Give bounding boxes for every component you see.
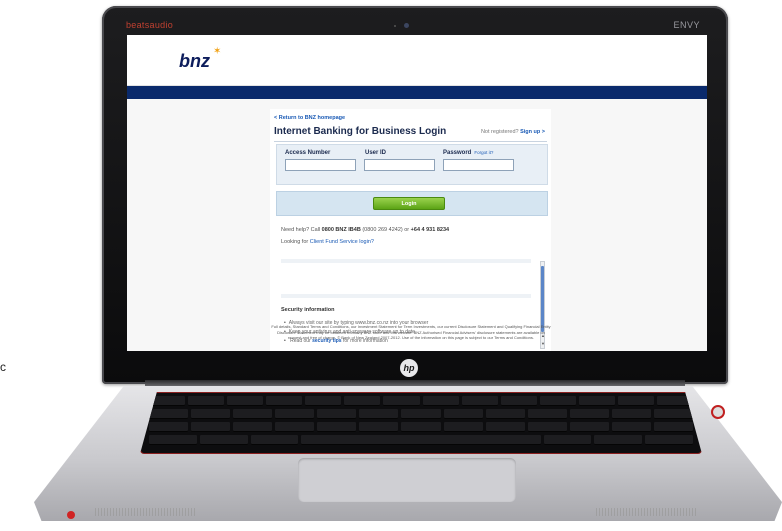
forgot-password-link[interactable]: Forgot it? <box>474 150 493 155</box>
key <box>275 422 315 432</box>
hp-logo-icon: hp <box>400 359 418 377</box>
key <box>227 396 264 406</box>
key <box>305 396 342 406</box>
login-panel: < Return to BNZ homepage Internet Bankin… <box>270 109 551 351</box>
key <box>149 435 197 445</box>
keyboard-row <box>141 406 701 419</box>
navigation-bar <box>127 86 707 99</box>
key <box>485 422 525 432</box>
keyboard-row <box>141 432 701 445</box>
key <box>275 409 315 419</box>
laptop-screen: bnz ✶ < Return to BNZ homepage Internet … <box>127 35 707 351</box>
envy-model-label: ENVY <box>673 20 700 30</box>
login-button[interactable]: Login <box>373 197 445 210</box>
key <box>653 422 694 432</box>
bnz-star-icon: ✶ <box>213 46 222 57</box>
site-header: bnz ✶ <box>127 35 707 86</box>
key <box>527 422 567 432</box>
key <box>149 409 189 419</box>
key <box>578 396 615 406</box>
key <box>401 409 441 419</box>
key <box>199 435 248 445</box>
keyboard <box>140 392 702 454</box>
key <box>485 409 525 419</box>
help-phone-intl: +64 4 931 8234 <box>410 227 450 233</box>
key <box>461 396 498 406</box>
key <box>188 396 225 406</box>
help-phone-main: 0800 BNZ IB4B <box>321 227 361 233</box>
key <box>233 409 273 419</box>
sign-up-link[interactable]: Sign up > <box>520 129 545 135</box>
client-fund-line: Looking for Client Fund Service login? <box>281 239 374 245</box>
scrollbar-thumb[interactable] <box>541 266 544 332</box>
password-label-group: Password Forgot it? <box>443 150 493 156</box>
section-divider <box>281 294 531 298</box>
key <box>359 422 399 432</box>
key <box>569 409 609 419</box>
key <box>653 409 694 419</box>
key <box>149 422 189 432</box>
return-homepage-link[interactable]: < Return to BNZ homepage <box>274 115 345 121</box>
trackpad <box>298 458 516 502</box>
security-title: Security information <box>281 307 335 313</box>
power-button-icon <box>711 405 725 419</box>
title-divider <box>274 141 547 142</box>
key <box>233 422 273 432</box>
key <box>611 409 651 419</box>
user-id-input[interactable] <box>364 159 435 171</box>
scroll-down-arrow-icon[interactable]: ▼ <box>541 342 545 346</box>
key <box>539 396 576 406</box>
access-number-label: Access Number <box>285 150 331 156</box>
key <box>645 435 693 445</box>
camera-led <box>394 25 396 27</box>
key <box>422 396 459 406</box>
key <box>344 396 381 406</box>
user-id-label: User ID <box>365 150 387 156</box>
keyboard-row <box>141 419 701 432</box>
key <box>617 396 655 406</box>
key <box>443 422 483 432</box>
help-phone-alt: (0800 269 4242) or <box>362 227 410 233</box>
speaker-grille <box>95 508 195 516</box>
sign-up-prompt: Not registered? Sign up > <box>481 129 545 135</box>
password-label: Password <box>443 150 472 156</box>
key <box>527 409 567 419</box>
key <box>569 422 609 432</box>
client-fund-login-link[interactable]: Client Fund Service login? <box>310 239 374 245</box>
key <box>500 396 537 406</box>
bnz-logo[interactable]: bnz <box>179 51 210 72</box>
section-divider <box>281 259 531 263</box>
key <box>443 409 483 419</box>
need-help-text: Need help? Call <box>281 227 321 233</box>
page-title: Internet Banking for Business Login <box>274 126 447 137</box>
legal-footer: Full details, Standard Terms and Conditi… <box>271 324 551 340</box>
key <box>594 435 643 445</box>
spacebar-key <box>301 435 541 445</box>
key <box>191 409 231 419</box>
keyboard-row <box>141 393 701 406</box>
key <box>611 422 651 432</box>
access-number-input[interactable] <box>285 159 356 171</box>
login-button-bar: Login <box>276 191 548 216</box>
help-line: Need help? Call 0800 BNZ IB4B (0800 269 … <box>281 227 449 233</box>
webcam-icon <box>404 23 409 28</box>
key <box>317 409 357 419</box>
key <box>543 435 592 445</box>
beats-logo-icon <box>67 511 75 519</box>
key <box>191 422 231 432</box>
password-input[interactable] <box>443 159 514 171</box>
key <box>383 396 420 406</box>
not-registered-text: Not registered? <box>480 129 519 135</box>
credentials-form: Access Number User ID Password Forgot it? <box>276 144 548 185</box>
key <box>317 422 357 432</box>
beats-audio-label: beatsaudio <box>126 20 174 30</box>
key <box>250 435 299 445</box>
key <box>359 409 399 419</box>
looking-for-text: Looking for <box>281 239 309 245</box>
key <box>266 396 303 406</box>
key <box>401 422 441 432</box>
stray-text: c <box>0 360 6 374</box>
speaker-grille <box>596 508 696 516</box>
